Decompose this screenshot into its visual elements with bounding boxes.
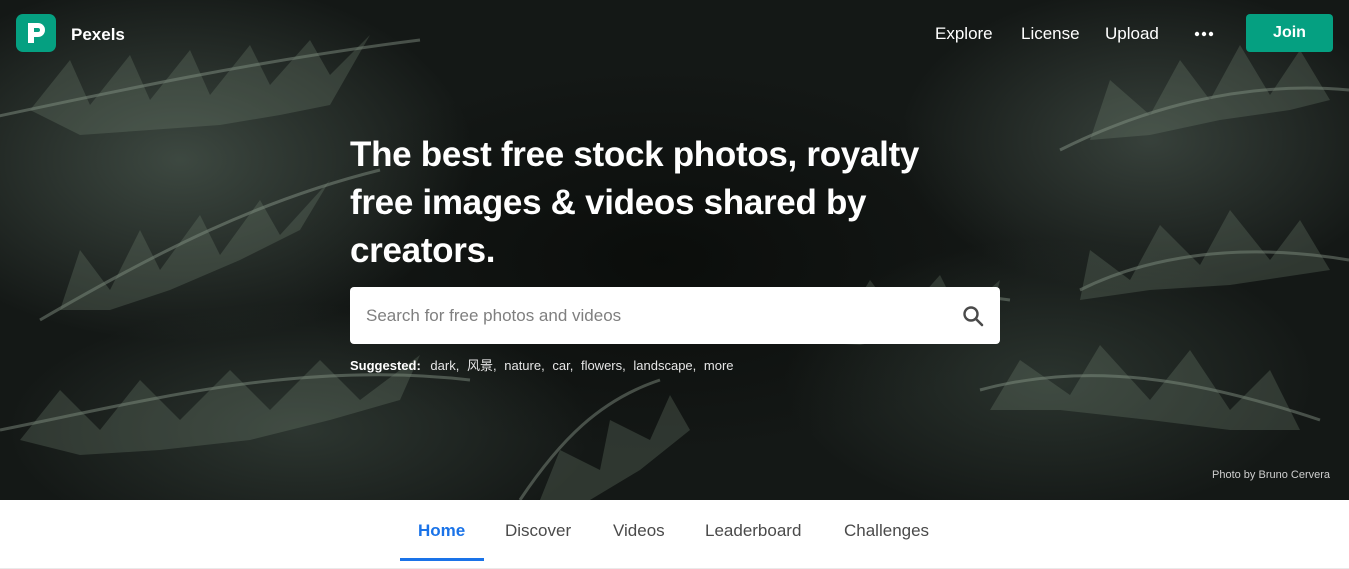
suggestion-separator: , xyxy=(692,358,697,373)
suggestion-link[interactable]: car xyxy=(552,358,569,373)
pexels-logo-icon[interactable] xyxy=(16,14,56,52)
suggestion-separator: , xyxy=(492,358,497,373)
search-box xyxy=(350,287,1000,344)
suggestion-more-link[interactable]: more xyxy=(704,358,734,373)
suggestion-separator: , xyxy=(455,358,460,373)
suggested-label: Suggested: xyxy=(350,358,421,373)
suggestion-link[interactable]: dark xyxy=(430,358,455,373)
suggestion-link[interactable]: nature xyxy=(504,358,541,373)
hero-banner: Pexels Explore License Upload Join The b… xyxy=(0,0,1349,500)
suggestion-separator: , xyxy=(541,358,545,373)
active-tab-indicator xyxy=(400,558,484,561)
suggestion-link[interactable]: flowers xyxy=(581,358,622,373)
headline-line-1: The best free stock photos, royalty xyxy=(350,135,920,174)
tab-videos[interactable]: Videos xyxy=(613,521,665,541)
headline-line-3: creators. xyxy=(350,231,496,270)
main-tabs: Home Discover Videos Leaderboard Challen… xyxy=(0,500,1349,569)
join-button[interactable]: Join xyxy=(1246,14,1333,52)
search-icon[interactable] xyxy=(961,304,985,328)
nav-upload[interactable]: Upload xyxy=(1105,24,1159,44)
headline-line-2: free images & videos shared by xyxy=(350,183,867,222)
tab-challenges[interactable]: Challenges xyxy=(844,521,929,541)
tab-leaderboard[interactable]: Leaderboard xyxy=(705,521,801,541)
suggestion-separator: , xyxy=(622,358,626,373)
brand-name[interactable]: Pexels xyxy=(71,25,125,45)
suggestion-separator: , xyxy=(569,358,574,373)
suggestion-link[interactable]: 风景 xyxy=(467,358,493,373)
nav-explore[interactable]: Explore xyxy=(935,24,993,44)
suggestion-link[interactable]: landscape xyxy=(633,358,692,373)
search-input[interactable] xyxy=(366,287,946,344)
photo-credit[interactable]: Photo by Bruno Cervera xyxy=(1212,469,1330,481)
tab-discover[interactable]: Discover xyxy=(505,521,571,541)
tab-home[interactable]: Home xyxy=(418,521,465,541)
hero-headline: The best free stock photos, royalty free… xyxy=(350,131,970,275)
more-dots-icon[interactable] xyxy=(1192,22,1216,46)
suggested-searches: Suggested: dark, 风景, nature, car, flower… xyxy=(350,355,734,374)
nav-license[interactable]: License xyxy=(1021,24,1080,44)
